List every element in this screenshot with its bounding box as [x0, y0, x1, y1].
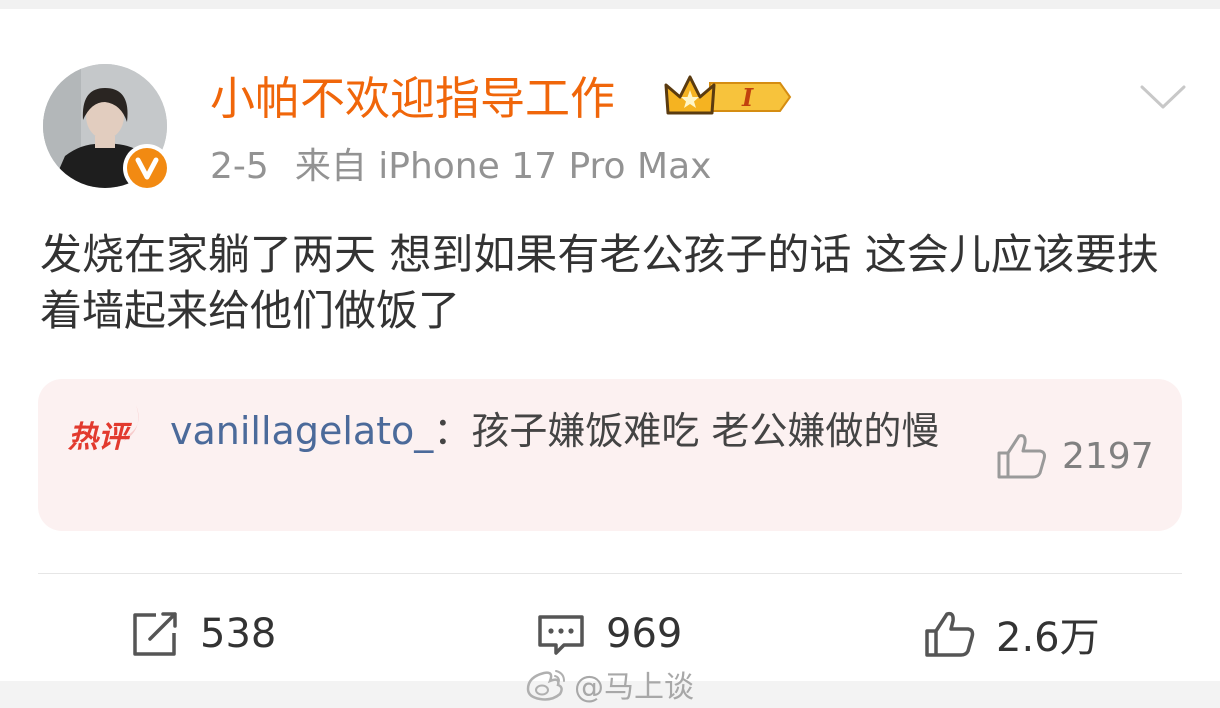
weibo-post-card: 小帕不欢迎指导工作 I 2-5 来自 iPhone 17 Pro Max 发烧在家… [0, 9, 1220, 681]
username[interactable]: 小帕不欢迎指导工作 [210, 71, 615, 127]
watermark: @马上谈 [524, 664, 694, 705]
comment-count: 969 [606, 611, 683, 657]
hot-comment-separator: ： [433, 409, 472, 453]
post-date: 2-5 [210, 146, 269, 187]
watermark-text: @马上谈 [574, 670, 694, 705]
like-button[interactable]: 2.6万 [924, 601, 1100, 667]
svg-text:热评: 热评 [67, 420, 133, 455]
weibo-logo-icon [526, 670, 565, 701]
hot-comment-tag-icon: 热评 [67, 405, 139, 455]
comment-button[interactable]: 969 [536, 601, 682, 667]
chevron-down-icon [1140, 85, 1186, 109]
hot-comment-text: 孩子嫌饭难吃 老公嫌做的慢 [471, 409, 940, 453]
comment-icon [538, 615, 584, 655]
thumbs-up-icon [997, 434, 1046, 479]
crown-badge-icon: I [664, 75, 792, 115]
post-text: 发烧在家躺了两天 想到如果有老公孩子的话 这会儿应该要扶着墙起来给他们做饭了 [40, 230, 1159, 335]
verified-badge [123, 144, 171, 192]
action-bar: 538 969 2.6万 [0, 601, 1220, 667]
hot-comment-body: vanillagelato_：孩子嫌饭难吃 老公嫌做的慢 [170, 407, 970, 455]
hot-comment[interactable]: 热评 vanillagelato_：孩子嫌饭难吃 老公嫌做的慢 2197 [38, 379, 1182, 531]
repost-icon [133, 612, 177, 656]
repost-count: 538 [200, 611, 277, 657]
like-count: 2.6万 [996, 615, 1100, 661]
repost-button[interactable]: 538 [130, 601, 276, 667]
verified-v-icon [135, 157, 159, 180]
thumbs-up-icon [925, 611, 975, 657]
post-meta: 2-5 来自 iPhone 17 Pro Max [210, 143, 711, 191]
post-source: 来自 iPhone 17 Pro Max [294, 146, 712, 187]
hot-comment-user[interactable]: vanillagelato_ [170, 409, 433, 453]
hot-comment-tag: 热评 [66, 399, 146, 459]
member-level-badge[interactable]: I [664, 73, 792, 121]
svg-text:I: I [741, 83, 754, 112]
hot-comment-like-button[interactable]: 2197 [996, 431, 1154, 481]
divider [38, 573, 1182, 574]
more-menu-button[interactable] [1138, 79, 1188, 113]
hot-comment-like-count: 2197 [1062, 435, 1154, 477]
